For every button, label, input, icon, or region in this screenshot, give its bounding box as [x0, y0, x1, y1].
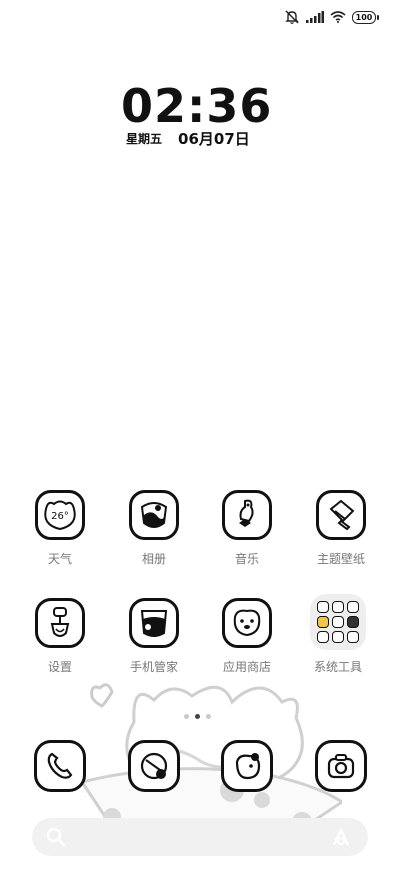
gallery-art-icon [140, 502, 168, 528]
settings-icon [35, 598, 85, 648]
app-music[interactable]: 音乐 [207, 490, 287, 567]
dock-messages[interactable] [114, 740, 194, 792]
folder-system-tools[interactable]: 系统工具 [298, 594, 378, 675]
clock-date-row[interactable]: 星期五 06月07日 [126, 128, 256, 149]
app-label: 相册 [141, 552, 166, 566]
gallery-icon [129, 490, 179, 540]
dog-face-icon [233, 609, 261, 637]
app-gallery[interactable]: 相册 [114, 490, 194, 567]
app-store[interactable]: 应用商店 [207, 598, 287, 675]
search-icon [46, 827, 66, 851]
dock-browser[interactable] [207, 740, 287, 792]
app-label: 天气 [47, 552, 72, 566]
phone-handset-icon [47, 752, 73, 779]
mini-app-icon [317, 601, 329, 613]
themes-art-icon [329, 499, 355, 531]
mini-app-icon [332, 631, 344, 643]
weather-icon: 26° [35, 490, 85, 540]
page-dot [206, 714, 211, 719]
wifi-icon [330, 11, 346, 23]
battery-indicator: 100 [352, 10, 379, 24]
music-art-icon [239, 499, 254, 527]
assistant-icon[interactable] [330, 827, 352, 851]
music-icon [222, 490, 272, 540]
clock-weekday: 星期五 [126, 132, 163, 146]
signal-icon [306, 11, 324, 23]
shovel-icon [50, 607, 70, 637]
themes-icon [316, 490, 366, 540]
clock-date: 06月07日 [178, 130, 250, 148]
mini-app-icon [347, 616, 359, 628]
status-icons: 100 [284, 10, 379, 24]
browser-icon [221, 740, 273, 792]
app-themes[interactable]: 主题壁纸 [301, 490, 381, 567]
messages-icon [128, 740, 180, 792]
app-security[interactable]: 手机管家 [114, 598, 194, 675]
status-bar: 100 [0, 0, 400, 36]
mini-app-icon [347, 631, 359, 643]
camera-icon [315, 740, 367, 792]
app-label: 音乐 [234, 552, 259, 566]
cup-icon [140, 610, 168, 637]
dog-profile-icon [235, 753, 261, 780]
weather-temp: 26° [51, 511, 69, 522]
mini-app-icon [332, 616, 344, 628]
mini-app-icon [317, 616, 329, 628]
search-bar[interactable] [32, 818, 368, 856]
mini-app-icon [317, 631, 329, 643]
security-icon [129, 598, 179, 648]
app-settings[interactable]: 设置 [20, 598, 100, 675]
dock-camera[interactable] [301, 740, 381, 792]
camera-lens-icon [327, 754, 355, 779]
folder-icon [310, 594, 366, 650]
app-label: 主题壁纸 [316, 552, 365, 566]
page-indicator [184, 714, 211, 719]
mini-app-icon [332, 601, 344, 613]
phone-icon [34, 740, 86, 792]
weather-face-icon: 26° [44, 500, 76, 531]
clock-time[interactable]: 02:36 [121, 82, 271, 130]
mute-bell-icon [285, 10, 299, 24]
page-dot [184, 714, 189, 719]
mini-app-icon [347, 601, 359, 613]
app-weather[interactable]: 26° 天气 [20, 490, 100, 567]
chat-bubble-icon [140, 752, 168, 780]
app-store-icon [222, 598, 272, 648]
page-dot-active [195, 714, 200, 719]
dock-phone[interactable] [20, 740, 100, 792]
